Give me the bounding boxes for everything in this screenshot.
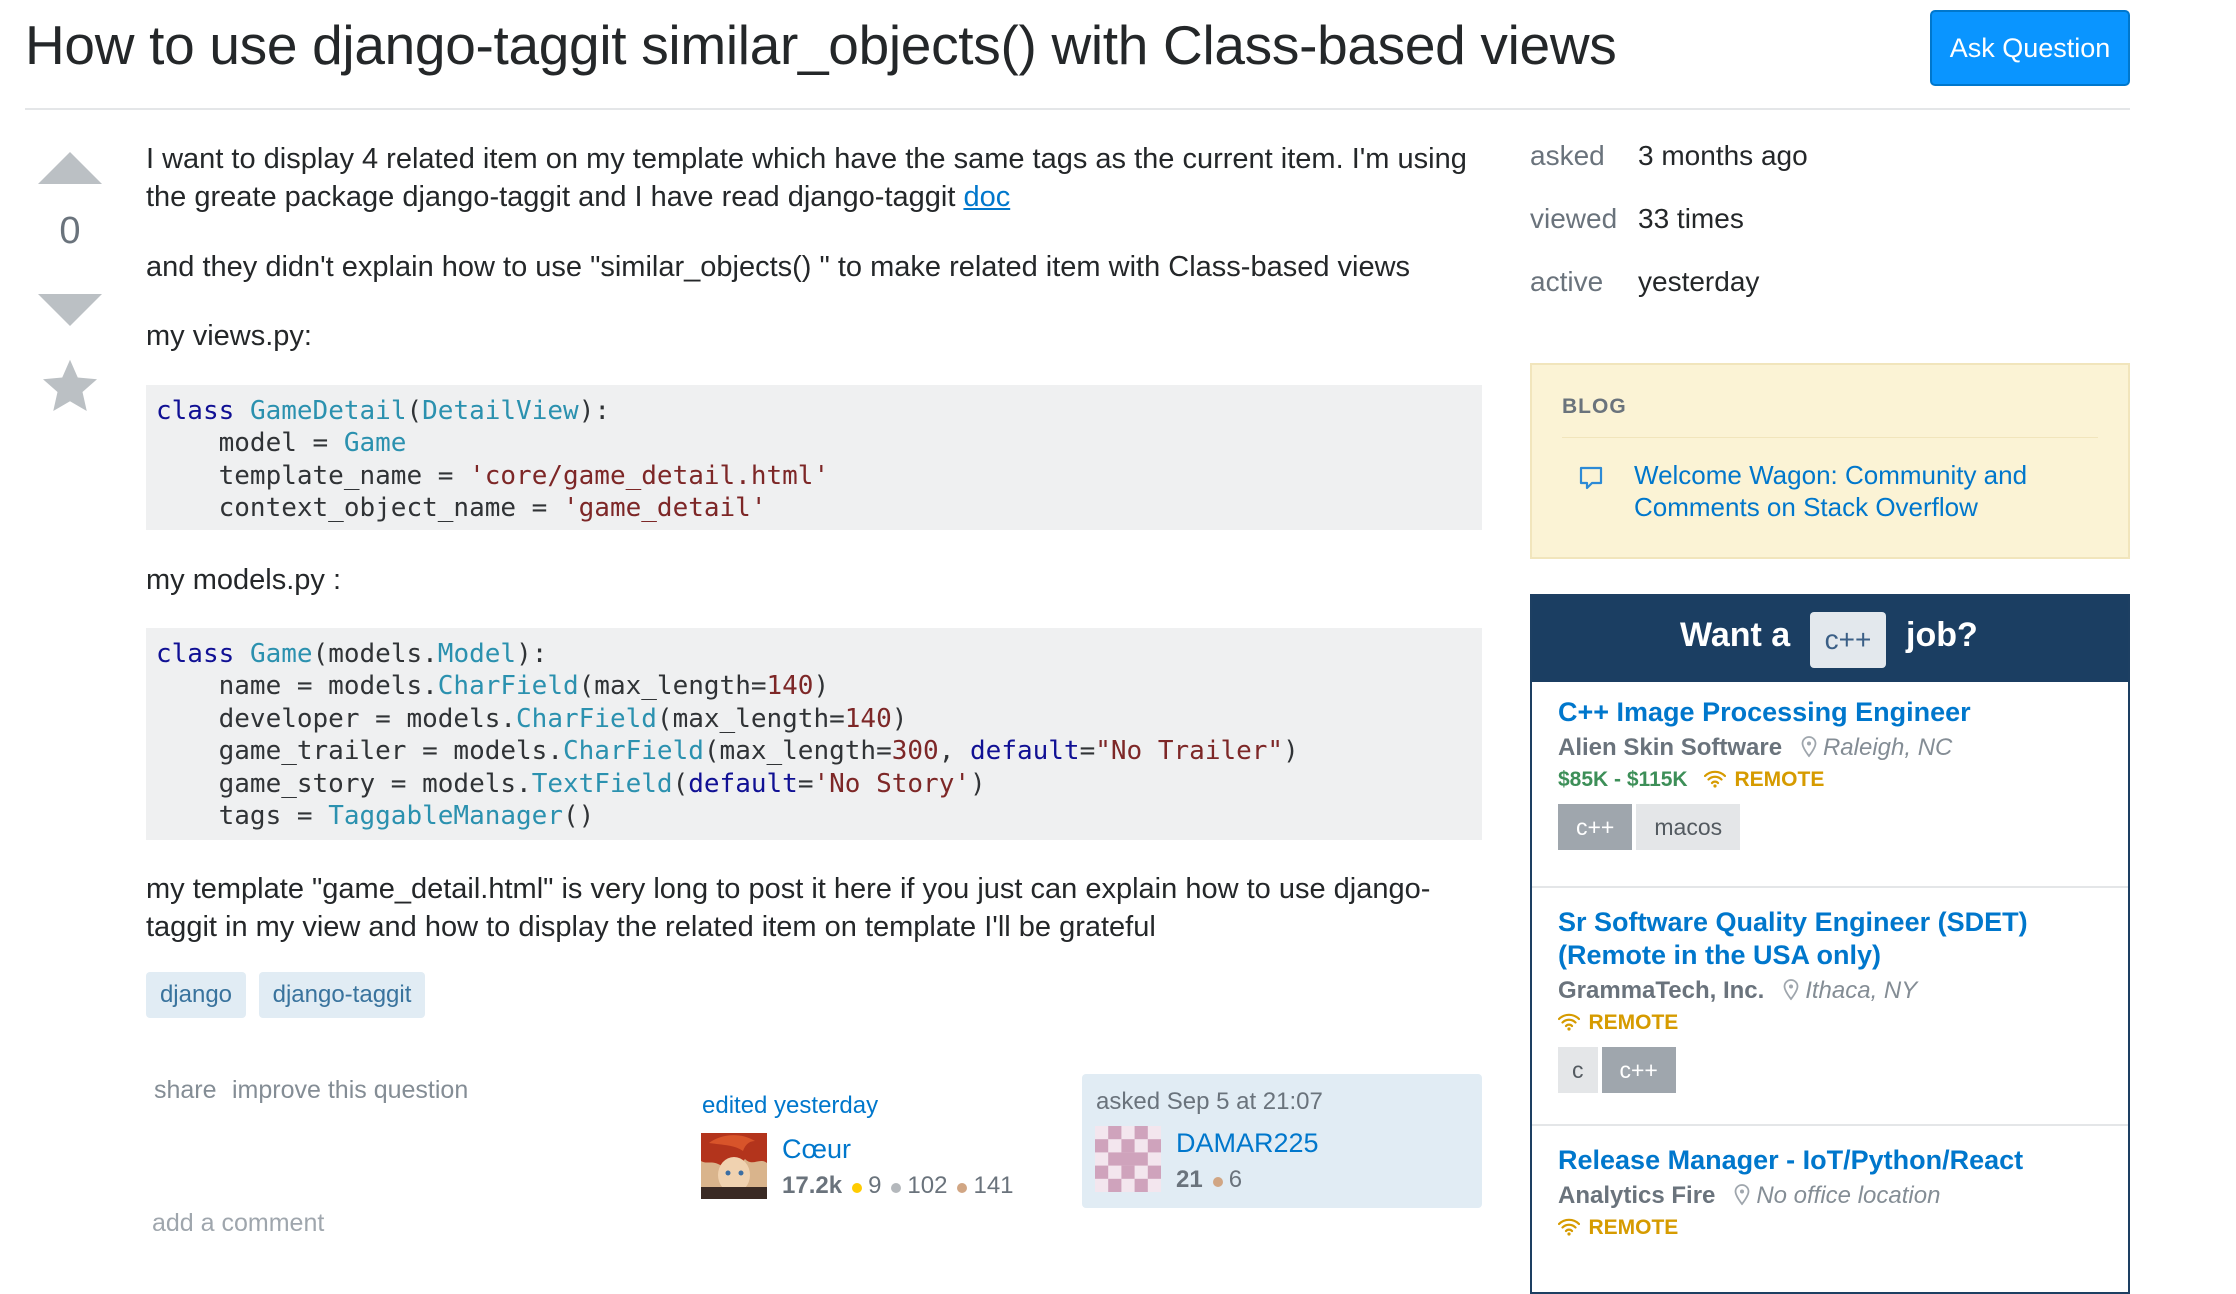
job-divider [1532,886,2128,888]
owner-reputation: 21 6 [1176,1166,1242,1194]
job-listing: C++ Image Processing Engineer Alien Skin… [1558,696,2118,850]
asked-timestamp: asked Sep 5 at 21:07 [1096,1088,1323,1115]
stat-asked-label: asked [1530,140,1605,171]
bronze-badge-icon [1212,1176,1223,1187]
job-listing: Sr Software Quality Engineer (SDET) (Rem… [1557,906,2118,1093]
silver-badge-count: 102 [907,1172,948,1199]
job-title-link[interactable]: C++ Image Processing Engineer [1558,696,2118,729]
job-tag[interactable]: c++ [1601,1047,1676,1093]
job-company-row: Analytics Fire No office location [1558,1182,2118,1210]
doc-link[interactable]: doc [963,181,1010,213]
location-pin-icon [1734,1184,1750,1206]
job-remote-label: REMOTE [1734,768,1825,791]
tag-django-taggit[interactable]: django-taggit [259,972,425,1018]
wifi-icon [1557,1013,1581,1031]
post-paragraph-2: and they didn't explain how to use "simi… [146,251,1411,283]
bronze-badge-count: 6 [1228,1166,1243,1193]
job-perks-row: REMOTE [1557,1011,2118,1035]
job-listing: Release Manager - IoT/Python/React Analy… [1557,1144,2118,1240]
post-text: I want to display 4 related item on my t… [146,143,1467,213]
editor-reputation: 17.2k 9 102 141 [782,1172,1014,1200]
job-tags: c++ macos [1558,804,2118,850]
job-remote-label: REMOTE [1588,1011,1679,1034]
editor-card: edited yesterday Cœur 17.2k 9 102 141 [692,1076,1052,1206]
job-tag[interactable]: macos [1636,804,1741,850]
add-comment-link[interactable]: add a comment [152,1209,324,1238]
job-perks-row: $85K - $115K REMOTE [1558,768,2118,792]
code-block-models: class Game(models.Model): name = models.… [146,628,1482,840]
jobs-banner-tag: c++ [1810,612,1886,668]
jobs-banner-job: job? [1906,616,1978,654]
tag-django[interactable]: django [146,972,246,1018]
job-company-row: Alien Skin Software Raleigh, NC [1558,734,2118,762]
blog-header: BLOG [1562,395,1627,418]
stat-viewed-label: viewed [1530,203,1618,234]
location-pin-icon [1783,979,1799,1001]
code-block-views: class GameDetail(DetailView): model = Ga… [146,385,1482,530]
wifi-icon [1703,770,1727,788]
job-tag[interactable]: c++ [1558,804,1633,850]
stat-active-value[interactable]: yesterday [1638,266,1759,298]
gold-badge-count: 9 [868,1172,882,1199]
vote-count: 0 [59,210,81,252]
bronze-badge-count: 141 [973,1172,1014,1199]
editor-username[interactable]: Cœur [782,1134,851,1165]
job-title-link[interactable]: Release Manager - IoT/Python/React [1558,1144,2118,1177]
job-company: Analytics Fire [1558,1182,1716,1209]
improve-question-link[interactable]: improve this question [232,1076,468,1105]
stat-active-label: active [1530,266,1604,297]
speech-bubble-icon [1579,466,1603,490]
job-tags: c c++ [1558,1047,2118,1093]
job-divider [1532,1124,2128,1126]
vote-down-icon[interactable] [38,294,102,326]
owner-username[interactable]: DAMAR225 [1176,1128,1319,1159]
silver-badge-icon [891,1182,902,1193]
avatar[interactable] [1095,1126,1161,1192]
blog-post-link[interactable]: Welcome Wagon: Community and Comments on… [1634,459,2074,523]
jobs-banner[interactable]: Want a c++ job? [1532,596,2128,682]
post-paragraph-1: I want to display 4 related item on my t… [146,140,1486,216]
ask-question-button[interactable]: Ask Question [1930,10,2130,86]
edited-timestamp-link[interactable]: edited yesterday [702,1092,878,1120]
jobs-widget: Want a c++ job? C++ Image Processing Eng… [1530,594,2130,1294]
post-paragraph-5: my template "game_detail.html" is very l… [146,873,1431,943]
job-perks-row: REMOTE [1557,1216,2118,1240]
job-salary: $85K - $115K [1558,768,1688,791]
editor-rep: 17.2k [782,1172,843,1199]
job-location: Ithaca, NY [1805,977,1918,1004]
job-company: Alien Skin Software [1558,734,1783,761]
vote-up-icon[interactable] [38,152,102,184]
star-icon[interactable] [40,356,100,416]
bronze-badge-icon [957,1182,968,1193]
job-company: GrammaTech, Inc. [1558,977,1765,1004]
blog-divider [1562,437,2098,438]
job-company-row: GrammaTech, Inc. Ithaca, NY [1558,977,2118,1005]
title-divider [25,108,2130,110]
stat-asked-value[interactable]: 3 months ago [1638,140,1808,172]
wifi-icon [1557,1218,1581,1236]
job-location: No office location [1756,1182,1941,1209]
job-title-link[interactable]: Sr Software Quality Engineer (SDET) (Rem… [1558,906,2118,972]
job-location: Raleigh, NC [1822,734,1953,761]
post-paragraph-4: my models.py : [146,564,341,596]
owner-rep: 21 [1176,1166,1203,1193]
location-pin-icon [1801,736,1816,758]
avatar[interactable] [701,1133,767,1199]
question-title[interactable]: How to use django-taggit similar_objects… [25,10,1617,80]
owner-card: asked Sep 5 at 21:07 DAMAR225 21 6 [1082,1074,1482,1208]
share-link[interactable]: share [154,1076,217,1105]
job-remote-label: REMOTE [1588,1216,1679,1239]
blog-widget: BLOG Welcome Wagon: Community and Commen… [1530,363,2130,559]
jobs-banner-want: Want a [1680,616,1791,654]
post-paragraph-3: my views.py: [146,320,312,352]
gold-badge-icon [852,1182,863,1193]
job-tag[interactable]: c [1558,1047,1598,1093]
stat-viewed-value: 33 times [1638,203,1744,234]
